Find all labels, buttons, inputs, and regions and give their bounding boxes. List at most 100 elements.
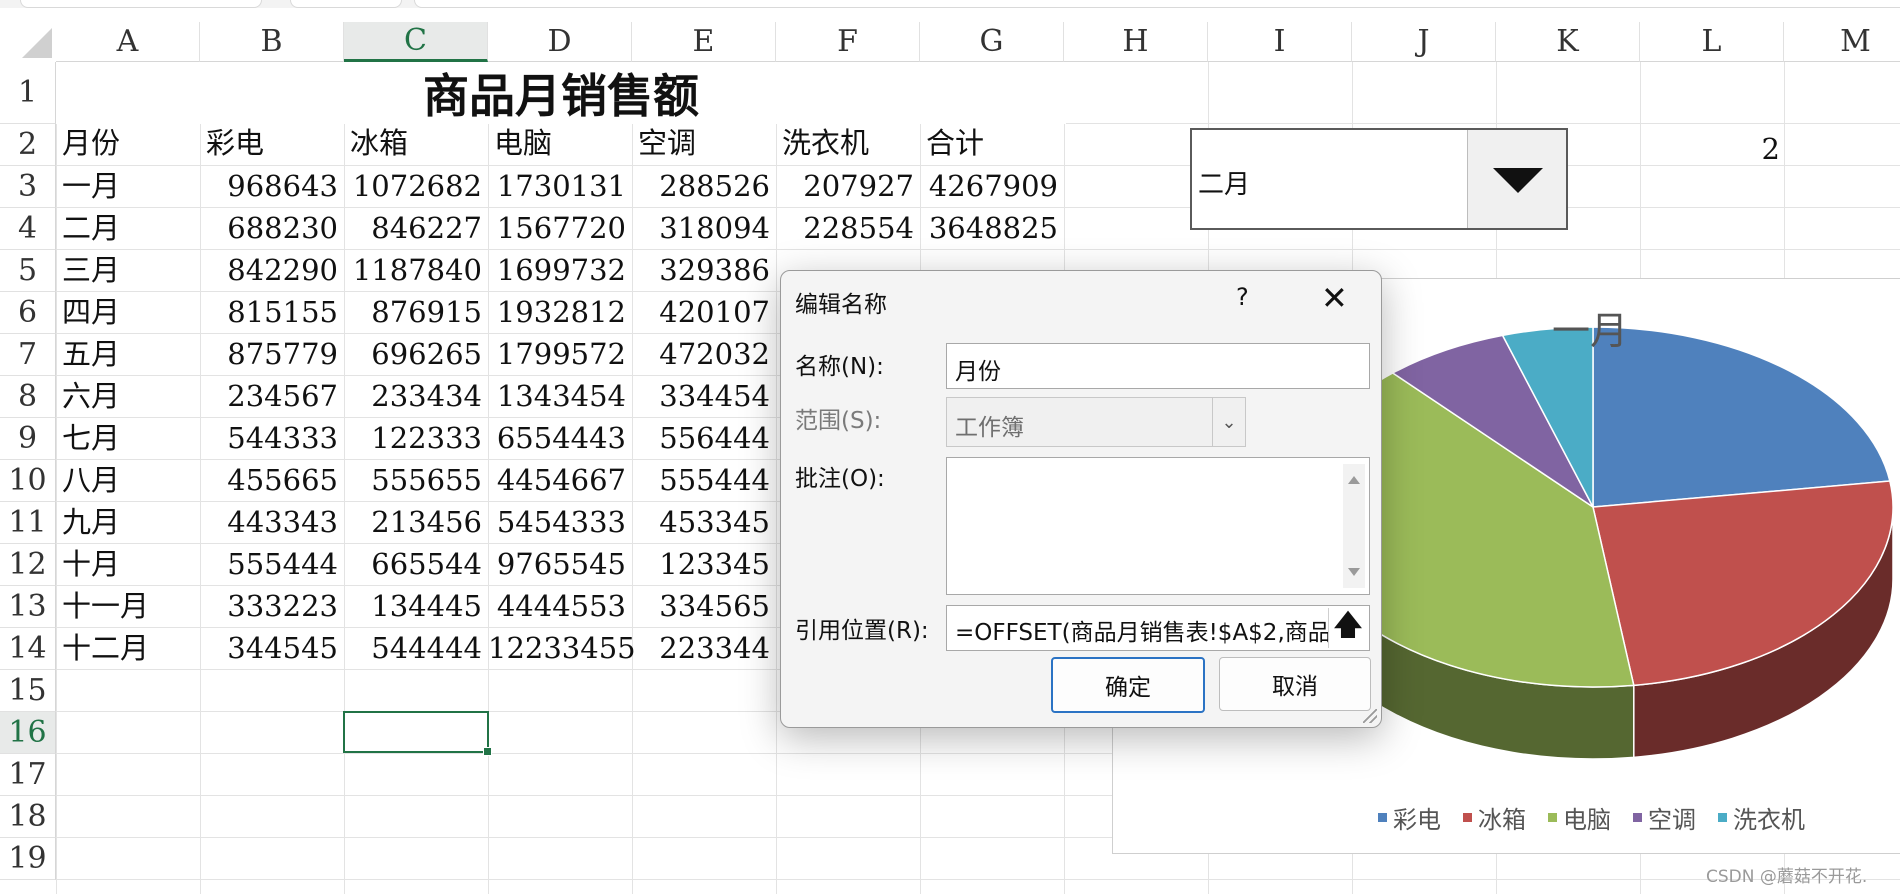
- row-header-17[interactable]: 17: [0, 754, 56, 796]
- value-cell[interactable]: 420107: [632, 291, 770, 333]
- tab[interactable]: [290, 0, 402, 8]
- select-all-corner[interactable]: [0, 22, 56, 62]
- value-cell[interactable]: 1699732: [488, 249, 626, 291]
- column-header-d[interactable]: D: [488, 22, 632, 62]
- row-header-8[interactable]: 8: [0, 376, 56, 418]
- dropdown-arrow-icon[interactable]: [1467, 130, 1566, 228]
- month-cell[interactable]: 三月: [62, 249, 200, 291]
- column-header-k[interactable]: K: [1496, 22, 1640, 62]
- value-cell[interactable]: 233434: [344, 375, 482, 417]
- value-cell[interactable]: 696265: [344, 333, 482, 375]
- value-cell[interactable]: 555444: [200, 543, 338, 585]
- value-cell[interactable]: 234567: [200, 375, 338, 417]
- value-cell[interactable]: 223344: [632, 627, 770, 669]
- scroll-down-icon[interactable]: [1348, 568, 1360, 576]
- row-header-2[interactable]: 2: [0, 124, 56, 166]
- value-cell[interactable]: 555444: [632, 459, 770, 501]
- month-cell[interactable]: 七月: [62, 417, 200, 459]
- value-cell[interactable]: 472032: [632, 333, 770, 375]
- column-header-i[interactable]: I: [1208, 22, 1352, 62]
- row-header-6[interactable]: 6: [0, 292, 56, 334]
- header-cell[interactable]: 电脑: [494, 122, 628, 164]
- pie-slice-彩电[interactable]: [1592, 326, 1891, 508]
- header-cell[interactable]: 空调: [638, 122, 772, 164]
- value-cell[interactable]: 544444: [344, 627, 482, 669]
- header-cell[interactable]: 月份: [62, 122, 196, 164]
- value-cell[interactable]: 334565: [632, 585, 770, 627]
- value-cell[interactable]: 1567720: [488, 207, 626, 249]
- value-cell[interactable]: 318094: [632, 207, 770, 249]
- column-header-c[interactable]: C: [344, 22, 488, 62]
- row-header-9[interactable]: 9: [0, 418, 56, 460]
- row-header-11[interactable]: 11: [0, 502, 56, 544]
- header-cell[interactable]: 彩电: [206, 122, 340, 164]
- month-cell[interactable]: 二月: [62, 207, 200, 249]
- value-cell[interactable]: 333223: [200, 585, 338, 627]
- row-header-3[interactable]: 3: [0, 166, 56, 208]
- column-header-e[interactable]: E: [632, 22, 776, 62]
- row-header-18[interactable]: 18: [0, 796, 56, 838]
- row-header-10[interactable]: 10: [0, 460, 56, 502]
- value-cell[interactable]: 5454333: [488, 501, 626, 543]
- value-cell[interactable]: 876915: [344, 291, 482, 333]
- header-cell[interactable]: 合计: [926, 122, 1060, 164]
- month-cell[interactable]: 五月: [62, 333, 200, 375]
- row-header-14[interactable]: 14: [0, 628, 56, 670]
- value-cell[interactable]: 4444553: [488, 585, 626, 627]
- value-cell[interactable]: 4267909: [920, 165, 1058, 207]
- month-cell[interactable]: 四月: [62, 291, 200, 333]
- value-cell[interactable]: 334454: [632, 375, 770, 417]
- month-cell[interactable]: 八月: [62, 459, 200, 501]
- value-cell[interactable]: 815155: [200, 291, 338, 333]
- column-header-a[interactable]: A: [56, 22, 200, 62]
- close-icon[interactable]: ✕: [1321, 279, 1348, 317]
- scroll-up-icon[interactable]: [1348, 476, 1360, 484]
- column-header-g[interactable]: G: [920, 22, 1064, 62]
- value-cell[interactable]: 453345: [632, 501, 770, 543]
- ref-input[interactable]: =OFFSET(商品月销售表!$A$2,商品 🡅: [946, 605, 1370, 651]
- header-cell[interactable]: 洗衣机: [782, 122, 916, 164]
- row-header-19[interactable]: 19: [0, 838, 56, 880]
- column-header-m[interactable]: M: [1784, 22, 1900, 62]
- resize-grip-icon[interactable]: [1363, 709, 1377, 723]
- value-cell[interactable]: 846227: [344, 207, 482, 249]
- cancel-button[interactable]: 取消: [1219, 657, 1371, 711]
- row-header-15[interactable]: 15: [0, 670, 56, 712]
- value-cell[interactable]: 555655: [344, 459, 482, 501]
- ok-button[interactable]: 确定: [1051, 657, 1205, 713]
- comment-scrollbar[interactable]: [1343, 464, 1365, 588]
- column-header-f[interactable]: F: [776, 22, 920, 62]
- active-cell-c16[interactable]: [343, 711, 492, 756]
- value-cell[interactable]: 9765545: [488, 543, 626, 585]
- value-cell[interactable]: 329386: [632, 249, 770, 291]
- value-cell[interactable]: 4454667: [488, 459, 626, 501]
- value-cell[interactable]: 875779: [200, 333, 338, 375]
- value-cell[interactable]: 122333: [344, 417, 482, 459]
- row-header-1[interactable]: 1: [0, 62, 56, 124]
- collapse-dialog-up-arrow-icon[interactable]: 🡅: [1328, 608, 1367, 648]
- value-cell[interactable]: 443343: [200, 501, 338, 543]
- column-header-l[interactable]: L: [1640, 22, 1784, 62]
- month-cell[interactable]: 六月: [62, 375, 200, 417]
- column-header-j[interactable]: J: [1352, 22, 1496, 62]
- value-cell[interactable]: 665544: [344, 543, 482, 585]
- month-cell[interactable]: 一月: [62, 165, 200, 207]
- value-cell[interactable]: 344545: [200, 627, 338, 669]
- value-cell[interactable]: 1072682: [344, 165, 482, 207]
- value-cell[interactable]: 1343454: [488, 375, 626, 417]
- month-cell[interactable]: 十二月: [62, 627, 200, 669]
- value-cell[interactable]: 12233455: [488, 627, 636, 669]
- row-header-5[interactable]: 5: [0, 250, 56, 292]
- value-cell[interactable]: 544333: [200, 417, 338, 459]
- value-cell[interactable]: 123345: [632, 543, 770, 585]
- column-header-h[interactable]: H: [1064, 22, 1208, 62]
- value-cell[interactable]: 134445: [344, 585, 482, 627]
- tab[interactable]: [414, 0, 1900, 8]
- value-cell[interactable]: 228554: [776, 207, 914, 249]
- value-cell[interactable]: 968643: [200, 165, 338, 207]
- value-cell[interactable]: 288526: [632, 165, 770, 207]
- value-cell[interactable]: 842290: [200, 249, 338, 291]
- month-cell[interactable]: 十一月: [62, 585, 200, 627]
- row-header-7[interactable]: 7: [0, 334, 56, 376]
- row-header-12[interactable]: 12: [0, 544, 56, 586]
